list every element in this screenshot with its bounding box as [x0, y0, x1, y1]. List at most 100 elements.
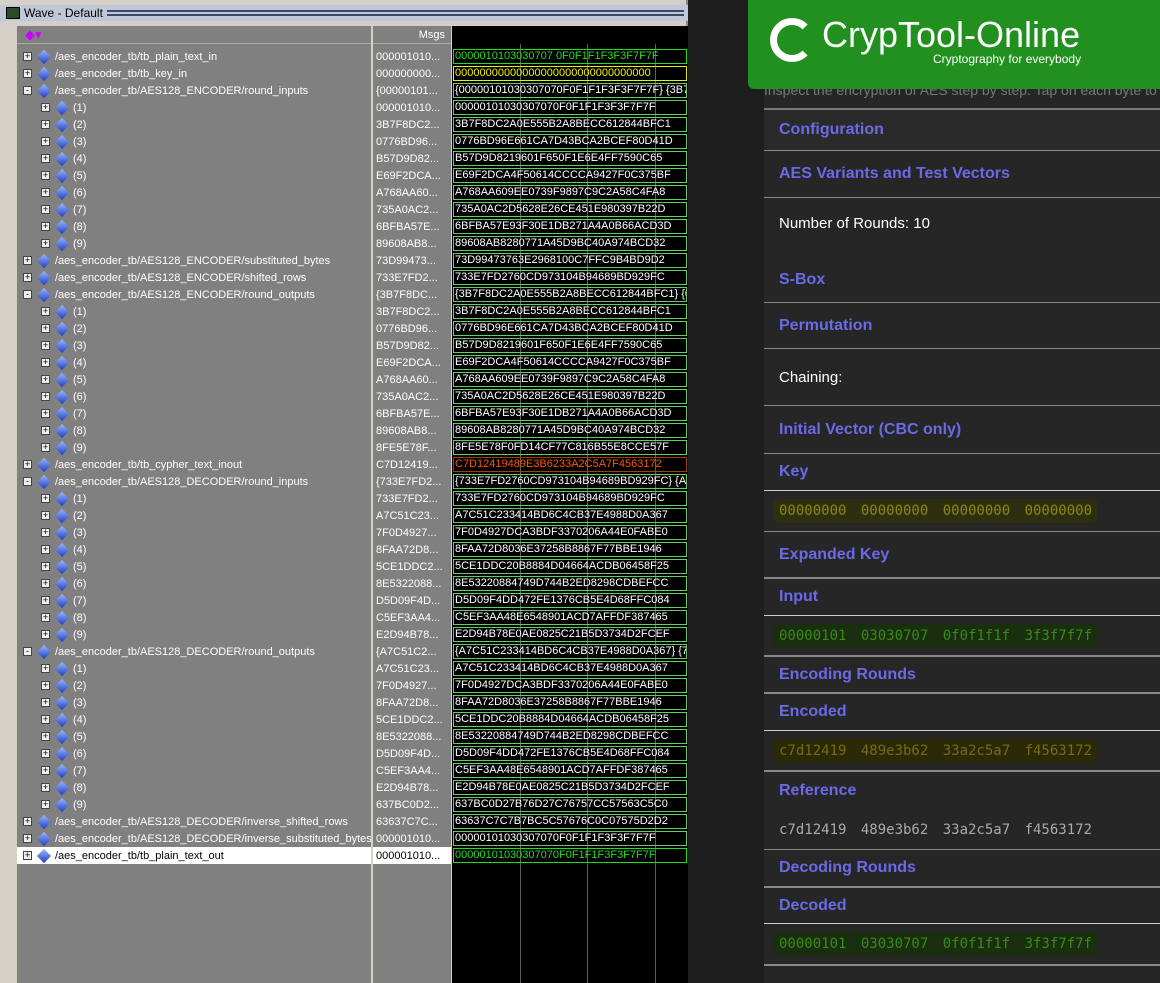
expand-icon[interactable]: + [41, 426, 50, 435]
signal-row[interactable]: + (8) [17, 609, 371, 626]
variants-section[interactable]: AES Variants and Test Vectors [764, 151, 1160, 198]
expand-icon[interactable]: + [41, 103, 50, 112]
signal-row[interactable]: + (6) [17, 184, 371, 201]
signal-row[interactable]: + /aes_encoder_tb/tb_plain_text_out [17, 847, 371, 864]
signal-row[interactable]: - /aes_encoder_tb/AES128_ENCODER/round_in… [17, 82, 371, 99]
waveform-value[interactable]: 73D99473763E2968100C7FFC9B4BD9D2 [453, 253, 687, 268]
expand-icon[interactable]: + [41, 494, 50, 503]
decoded-value[interactable]: 00000101 03030707 0f0f1f1f 3f3f7f7f [773, 932, 1099, 956]
waveform-value[interactable]: E69F2DCA4F50614CCCCA9427F0C375BF [453, 355, 687, 370]
signal-row[interactable]: + (9) [17, 439, 371, 456]
expand-icon[interactable]: + [23, 460, 32, 469]
expanded-key-section[interactable]: Expanded Key [764, 532, 1160, 579]
signal-row[interactable]: + (9) [17, 235, 371, 252]
input-section[interactable]: Input [764, 579, 1160, 616]
decoded-section[interactable]: Decoded [764, 888, 1160, 924]
signal-row[interactable]: + (3) [17, 694, 371, 711]
signal-row[interactable]: + (2) [17, 116, 371, 133]
configuration-section[interactable]: Configuration [764, 108, 1160, 151]
expand-icon[interactable]: + [23, 817, 32, 826]
signal-row[interactable]: + (2) [17, 320, 371, 337]
expand-icon[interactable]: + [41, 358, 50, 367]
waveform-value[interactable]: 8FE5E78F0FD14CF77C816B55E8CCE57F [453, 440, 687, 455]
waveform-value[interactable]: 5CE1DDC20B8884D04664ACDB06458F25 [453, 559, 687, 574]
chaining-row[interactable]: Chaining: [764, 349, 1160, 406]
cryptool-banner[interactable]: CrypTool-Online Cryptography for everybo… [748, 0, 1160, 89]
signal-row[interactable]: + (5) [17, 728, 371, 745]
collapse-icon[interactable]: - [23, 86, 32, 95]
expand-icon[interactable]: + [41, 630, 50, 639]
waveform-value[interactable]: 00000101030307070F0F1F1F3F3F7F7F [453, 831, 687, 846]
signal-row[interactable]: + (1) [17, 660, 371, 677]
signal-row[interactable]: + (1) [17, 490, 371, 507]
expand-icon[interactable]: + [41, 409, 50, 418]
waveform-value[interactable]: 89608AB8280771A45D9BC40A974BCD32 [453, 236, 687, 251]
signal-row[interactable]: + (8) [17, 218, 371, 235]
waveform-value[interactable]: 637BC0D27B76D27C76757CC57563C5C0 [453, 797, 687, 812]
expand-icon[interactable]: + [41, 137, 50, 146]
waveform-value[interactable]: 7F0D4927DCA3BDF3370206A44E0FABE0 [453, 525, 687, 540]
signal-row[interactable]: + (7) [17, 592, 371, 609]
expand-icon[interactable]: + [41, 681, 50, 690]
waveform-value[interactable]: 735A0AC2D5628E26CE451E980397B22D [453, 389, 687, 404]
waveform-pane[interactable]: 0000010103030707 0F0F1F1F3F3F7F7F 0000000… [452, 26, 688, 983]
signal-row[interactable]: + (5) [17, 558, 371, 575]
waveform-value[interactable]: {00000101030307070F0F1F1F3F3F7F7F} {3B7F [453, 83, 687, 98]
sbox-section[interactable]: S-Box [764, 258, 1160, 303]
input-value[interactable]: 00000101 03030707 0f0f1f1f 3f3f7f7f [773, 623, 1099, 648]
waveform-value[interactable]: 7F0D4927DCA3BDF3370206A44E0FABE0 [453, 678, 687, 693]
expand-icon[interactable]: + [41, 562, 50, 571]
expand-icon[interactable]: + [41, 596, 50, 605]
waveform-value[interactable]: C5EF3AA48E6548901ACD7AFFDF387465 [453, 610, 687, 625]
signal-row[interactable]: + /aes_encoder_tb/AES128_ENCODER/substitu… [17, 252, 371, 269]
waveform-value[interactable]: A768AA609EE0739F9897C9C2A58C4FA8 [453, 372, 687, 387]
signal-row[interactable]: + (6) [17, 745, 371, 762]
waveform-value[interactable]: 63637C7C7B7BC5C57676C0C07575D2D2 [453, 814, 687, 829]
signal-row[interactable]: + (3) [17, 337, 371, 354]
expand-icon[interactable]: + [41, 239, 50, 248]
expand-icon[interactable]: + [41, 443, 50, 452]
waveform-value[interactable]: E69F2DCA4F50614CCCCA9427F0C375BF [453, 168, 687, 183]
waveform-value[interactable]: 00000000000000000000000000000000 [453, 66, 687, 81]
waveform-value[interactable]: 3B7F8DC2A0E555B2A8BECC612844BFC1 [453, 117, 687, 132]
expand-icon[interactable]: + [41, 307, 50, 316]
encoded-value[interactable]: c7d12419 489e3b62 33a2c5a7 f4563172 [773, 738, 1099, 763]
signal-row[interactable]: + /aes_encoder_tb/AES128_DECODER/inverse_… [17, 813, 371, 830]
signal-row[interactable]: + /aes_encoder_tb/tb_cypher_text_inout [17, 456, 371, 473]
expand-icon[interactable]: + [41, 783, 50, 792]
signal-row[interactable]: + (4) [17, 711, 371, 728]
expand-icon[interactable]: + [23, 851, 32, 860]
expand-icon[interactable]: + [41, 324, 50, 333]
waveform-value[interactable]: A768AA609EE0739F9897C9C2A58C4FA8 [453, 185, 687, 200]
waveform-value[interactable]: {733E7FD2760CD973104B94689BD929FC} {A7C [453, 474, 687, 489]
waveform-value[interactable]: C5EF3AA48E6548901ACD7AFFDF387465 [453, 763, 687, 778]
signal-row[interactable]: + (9) [17, 626, 371, 643]
signal-row[interactable]: + (7) [17, 762, 371, 779]
expand-icon[interactable]: + [23, 834, 32, 843]
waveform-value[interactable]: 6BFBA57E93F30E1DB271A4A0B66ACD3D [453, 219, 687, 234]
signal-row[interactable]: + (9) [17, 796, 371, 813]
waveform-value[interactable]: 733E7FD2760CD973104B94689BD929FC [453, 270, 687, 285]
signal-row[interactable]: + (6) [17, 388, 371, 405]
expand-icon[interactable]: + [41, 222, 50, 231]
waveform-value[interactable]: 5CE1DDC20B8884D04664ACDB06458F25 [453, 712, 687, 727]
expand-icon[interactable]: + [41, 375, 50, 384]
waveform-value[interactable]: C7D12419489E3B6233A2C5A7F4563172 [453, 457, 687, 472]
expand-icon[interactable]: + [41, 341, 50, 350]
waveform-value[interactable]: 89608AB8280771A45D9BC40A974BCD32 [453, 423, 687, 438]
signal-row[interactable]: - /aes_encoder_tb/AES128_DECODER/round_in… [17, 473, 371, 490]
iv-section[interactable]: Initial Vector (CBC only) [764, 406, 1160, 454]
expand-icon[interactable]: + [41, 749, 50, 758]
waveform-value[interactable]: 0776BD96E661CA7D43BCA2BCEF80D41D [453, 321, 687, 336]
wave-tools-icon[interactable]: ◆▾ [25, 27, 42, 43]
waveform-value[interactable]: 0776BD96E661CA7D43BCA2BCEF80D41D [453, 134, 687, 149]
signal-row[interactable]: + (4) [17, 354, 371, 371]
signal-row[interactable]: + (2) [17, 677, 371, 694]
waveform-value[interactable]: 8FAA72D8036E37258B8867F77BBE1946 [453, 695, 687, 710]
encoding-rounds-section[interactable]: Encoding Rounds [764, 657, 1160, 694]
waveform-value[interactable]: {3B7F8DC2A0E555B2A8BECC612844BFC1} {07 [453, 287, 687, 302]
expand-icon[interactable]: + [41, 664, 50, 673]
signal-row[interactable]: + (8) [17, 422, 371, 439]
waveform-value[interactable]: E2D94B78E0AE0825C21B5D3734D2FCEF [453, 780, 687, 795]
waveform-value[interactable]: E2D94B78E0AE0825C21B5D3734D2FCEF [453, 627, 687, 642]
